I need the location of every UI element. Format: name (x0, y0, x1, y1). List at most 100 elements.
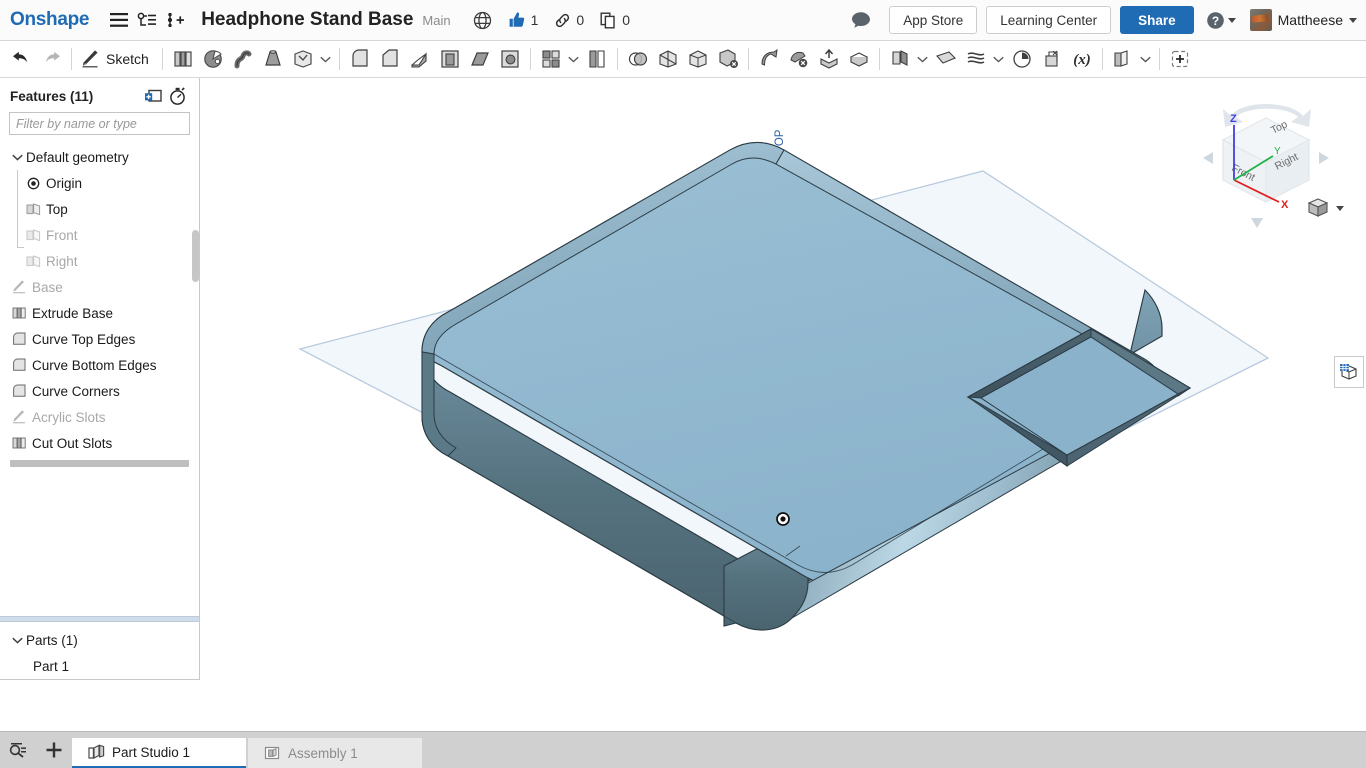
add-tab-icon[interactable] (36, 731, 72, 768)
feature-item-label: Acrylic Slots (32, 409, 106, 425)
public-globe-icon[interactable] (473, 11, 492, 30)
fillet-tool[interactable] (345, 44, 375, 74)
main-area: Features (11) Filter by name or type Def… (0, 78, 1366, 768)
split-tool[interactable] (653, 44, 683, 74)
transform-tool[interactable] (683, 44, 713, 74)
extrude-tool[interactable] (168, 44, 198, 74)
share-button[interactable]: Share (1120, 6, 1194, 34)
appearance-panel-icon (1340, 364, 1357, 380)
onshape-logo[interactable]: Onshape (10, 9, 90, 31)
help-question-icon: ? (1206, 11, 1224, 29)
replace-face-tool[interactable] (784, 44, 814, 74)
chevron-down-icon[interactable] (8, 154, 26, 161)
hole-tool[interactable] (495, 44, 525, 74)
document-tab-part-studio-1[interactable]: Part Studio 1 (72, 738, 246, 768)
sweep-tool[interactable] (228, 44, 258, 74)
chevron-down-icon[interactable] (1138, 44, 1154, 74)
appearance-panel-button[interactable] (1334, 356, 1364, 388)
derive-tool[interactable] (844, 44, 874, 74)
svg-text:(x): (x) (1073, 52, 1091, 68)
rollback-timer-icon[interactable] (165, 86, 189, 106)
chevron-down-icon[interactable] (915, 44, 931, 74)
loft-tool[interactable] (258, 44, 288, 74)
move-face-tool[interactable] (754, 44, 784, 74)
chevron-down-icon (1227, 17, 1236, 23)
custom-feature-tool[interactable] (1165, 44, 1195, 74)
tab-search-icon[interactable] (0, 731, 36, 768)
delete-face-tool[interactable] (713, 44, 743, 74)
curve-tool[interactable] (931, 44, 961, 74)
plane-icon (22, 254, 44, 268)
surface-tool[interactable] (961, 44, 991, 74)
learning-center-button[interactable]: Learning Center (986, 6, 1112, 34)
copy-count: 0 (622, 12, 630, 28)
add-folder-icon[interactable] (141, 86, 165, 106)
app-store-button[interactable]: App Store (889, 6, 978, 34)
sketch-icon (82, 50, 98, 68)
top-bar: Onshape Headphone Stand Base Main 1 0 0 … (0, 0, 1366, 41)
version-graph-icon[interactable] (161, 6, 189, 34)
feature-item-cut-out-slots[interactable]: Cut Out Slots (0, 430, 199, 456)
feature-item-base[interactable]: Base (0, 274, 199, 300)
feature-item-curve-bottom-edges[interactable]: Curve Bottom Edges (0, 352, 199, 378)
feature-item-right[interactable]: Right (0, 248, 199, 274)
display-style-button[interactable] (1305, 196, 1344, 220)
rollback-bar[interactable] (10, 460, 189, 467)
parts-header[interactable]: Parts (1) (0, 627, 199, 653)
multi-part-tool[interactable] (1108, 44, 1138, 74)
link-counter[interactable]: 0 (554, 12, 584, 29)
hamburger-menu-icon[interactable] (105, 6, 133, 34)
feature-item-label: Extrude Base (32, 305, 114, 321)
view-right-arrow (1319, 152, 1329, 164)
feature-item-label: Curve Top Edges (32, 331, 136, 347)
draft-tool[interactable] (465, 44, 495, 74)
filter-input[interactable]: Filter by name or type (9, 112, 190, 135)
help-menu[interactable]: ? (1206, 11, 1236, 30)
chevron-down-icon[interactable] (318, 44, 334, 74)
feature-item-default-geometry[interactable]: Default geometry (0, 144, 199, 170)
toolbar-divider (1101, 48, 1103, 70)
graphics-viewport[interactable]: TOP Top Front Right Z X Y (200, 78, 1366, 768)
sketch-label: Sketch (106, 51, 149, 67)
thicken-tool[interactable] (288, 44, 318, 74)
axis-label-z: Z (1230, 113, 1237, 125)
document-title[interactable]: Headphone Stand Base (201, 9, 413, 31)
rib-tool[interactable] (405, 44, 435, 74)
comment-bubble-icon[interactable] (847, 6, 875, 34)
feature-tree-scrollbar[interactable] (192, 230, 199, 282)
shell-tool[interactable] (435, 44, 465, 74)
redo-icon[interactable] (36, 44, 66, 74)
chamfer-tool[interactable] (375, 44, 405, 74)
feature-item-curve-corners[interactable]: Curve Corners (0, 378, 199, 404)
assembly-feature-tool[interactable] (1037, 44, 1067, 74)
like-counter[interactable]: 1 (508, 11, 538, 29)
document-tree-icon[interactable] (133, 6, 161, 34)
pattern-tool[interactable] (536, 44, 566, 74)
import-tool[interactable] (814, 44, 844, 74)
copy-counter[interactable]: 0 (600, 12, 630, 29)
parts-title: Parts (1) (26, 632, 78, 648)
sketch-history-tool[interactable] (1007, 44, 1037, 74)
feature-item-top[interactable]: Top (0, 196, 199, 222)
toolbar-divider (71, 48, 72, 70)
variable-tool[interactable]: (x) (1067, 44, 1097, 74)
feature-item-acrylic-slots[interactable]: Acrylic Slots (0, 404, 199, 430)
document-branch: Main (422, 12, 451, 28)
undo-icon[interactable] (6, 44, 36, 74)
sketch-button[interactable]: Sketch (77, 44, 157, 74)
feature-item-origin[interactable]: Origin (0, 170, 199, 196)
user-menu[interactable]: Mattheese (1249, 9, 1357, 31)
chevron-down-icon[interactable] (991, 44, 1007, 74)
mirror-tool[interactable] (582, 44, 612, 74)
feature-item-extrude-base[interactable]: Extrude Base (0, 300, 199, 326)
feature-item-front[interactable]: Front (0, 222, 199, 248)
document-tab-assembly-1[interactable]: Assembly 1 (248, 738, 422, 768)
plane-tool[interactable] (885, 44, 915, 74)
fillet-icon (8, 384, 30, 398)
part-list-item[interactable]: Part 1 (0, 653, 199, 679)
boolean-tool[interactable] (623, 44, 653, 74)
feature-item-curve-top-edges[interactable]: Curve Top Edges (0, 326, 199, 352)
chevron-down-icon[interactable] (566, 44, 582, 74)
revolve-tool[interactable] (198, 44, 228, 74)
user-name: Mattheese (1277, 12, 1343, 28)
